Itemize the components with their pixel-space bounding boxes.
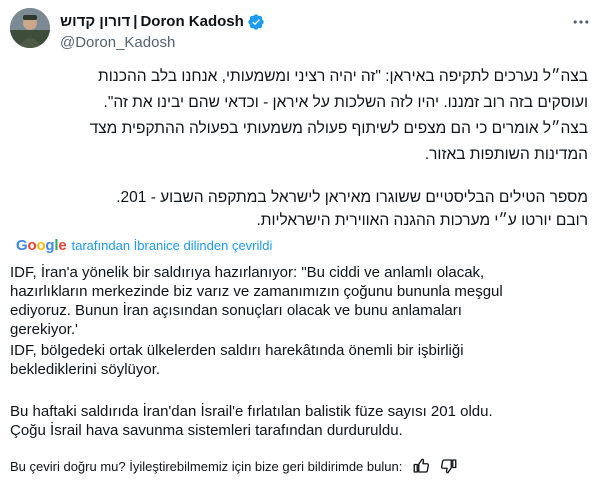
feedback-question: Bu çeviri doğru mu? İyileştirebilmemiz i… <box>10 458 403 474</box>
google-logo-letter: e <box>58 236 67 254</box>
display-name[interactable]: דורון קדוש | Doron Kadosh <box>60 12 265 32</box>
tweet-text-line: בצה״ל נערכים לתקיפה באיראן: "זה יהיה רצי… <box>98 68 588 85</box>
translation-attribution: Google tarafından İbranice dilinden çevr… <box>16 236 272 254</box>
translation-text-line: Çoğu İsrail hava savunma sistemleri tara… <box>10 422 403 439</box>
more-options-button[interactable] <box>569 10 593 34</box>
translation-text-line: Bu haftaki saldırıda İran'dan İsrail'e f… <box>10 403 493 420</box>
tweet-text-line: בצה״ל אומרים כי הם מצפים לשיתוף פעולה מש… <box>89 120 588 137</box>
translation-text-line: hazırlıkların merkezinde biz varız ve za… <box>10 283 503 300</box>
avatar-image <box>10 8 50 48</box>
more-icon <box>573 20 589 24</box>
translation-text-line: IDF, İran'a yönelik bir saldırıya hazırl… <box>10 264 485 281</box>
translation-text-line: beklediklerini söylüyor. <box>10 361 161 378</box>
translation-text-line: IDF, bölgedeki ortak ülkelerden saldırı … <box>10 342 464 359</box>
tweet-text-line: המדינות השותפות באזור. <box>424 146 588 163</box>
verified-badge-icon <box>248 14 264 30</box>
google-logo: Google <box>16 237 67 254</box>
thumbs-down-icon[interactable] <box>440 457 458 475</box>
translation-text-line: ediyoruz. Bunun İran açısından sonuçları… <box>10 302 462 319</box>
tweet-text-line: רובם יורטו ע״י מערכות ההגנה האווירית היש… <box>256 212 588 229</box>
tweet-header: דורון קדוש | Doron Kadosh @Doron_Kadosh <box>10 8 597 56</box>
author-handle[interactable]: @Doron_Kadosh <box>60 33 265 53</box>
translation-text-line: gerekiyor.' <box>10 321 78 338</box>
author-names: דורון קדוש | Doron Kadosh @Doron_Kadosh <box>60 12 265 53</box>
tweet-text-line: מספר הטילים הבליסטיים ששוגרו מאיראן לישר… <box>116 189 588 206</box>
translation-feedback: Bu çeviri doğru mu? İyileştirebilmemiz i… <box>10 456 458 476</box>
display-name-separator: | <box>133 13 138 30</box>
display-name-latin: Doron Kadosh <box>140 13 244 30</box>
tweet-text-line: ועוסקים בזה רוב זמננו. יהיו לזה השלכות ע… <box>103 94 588 111</box>
avatar[interactable] <box>10 8 50 48</box>
display-name-hebrew: דורון קדוש <box>60 13 131 30</box>
google-logo-letter: G <box>16 236 28 254</box>
thumbs-up-icon[interactable] <box>412 457 430 475</box>
translated-from-link[interactable]: tarafından İbranice dilinden çevrildi <box>72 238 273 253</box>
